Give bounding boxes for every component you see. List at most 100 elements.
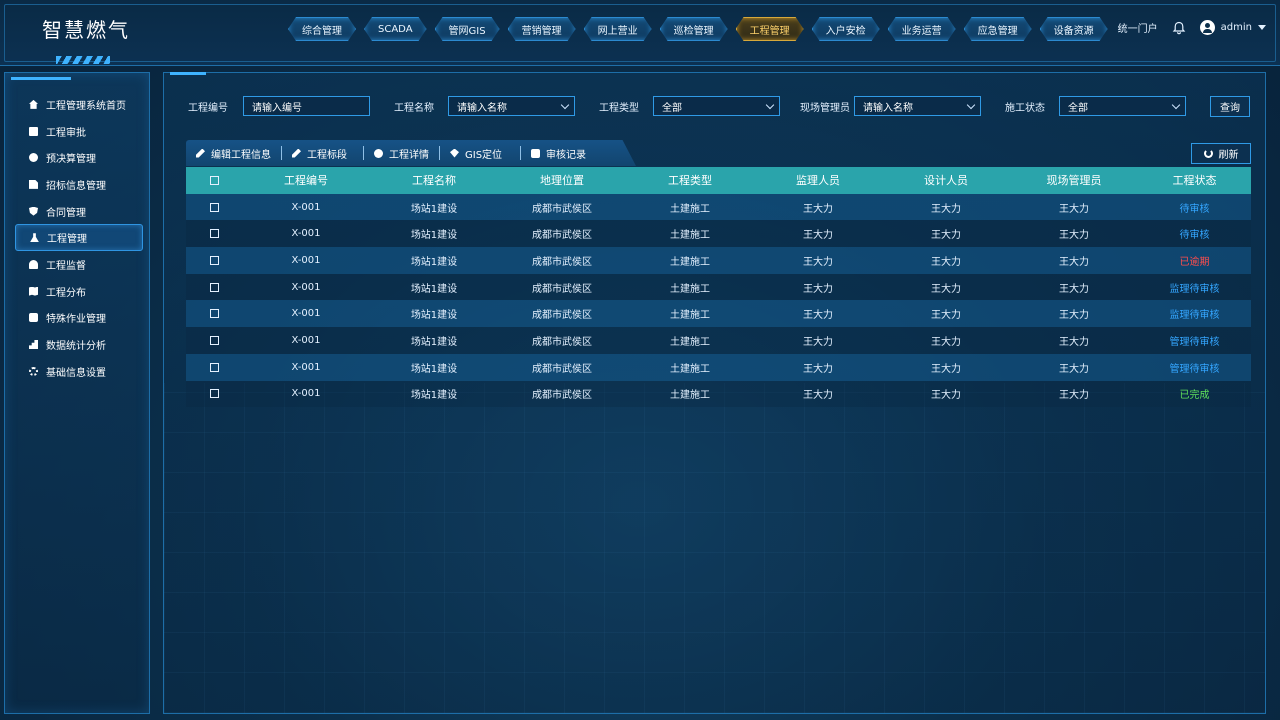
checkbox-cell bbox=[186, 335, 242, 345]
table-cell: 场站1建设 bbox=[410, 203, 458, 215]
status-cell: 待审核 bbox=[1179, 203, 1210, 215]
avatar-icon bbox=[1199, 20, 1215, 35]
table-cell: X-001 bbox=[291, 254, 321, 266]
table-cell: 场站1建设 bbox=[410, 310, 458, 322]
app-title: 智慧燃气 bbox=[42, 18, 130, 42]
table-cell: 王大力 bbox=[803, 203, 833, 215]
nav-item[interactable]: 设备资源 bbox=[1040, 17, 1108, 41]
sidebar-item-label: 工程审批 bbox=[46, 127, 86, 139]
sidebar-item[interactable]: 预决算管理 bbox=[15, 144, 143, 171]
sidebar-item[interactable]: 基础信息设置 bbox=[15, 358, 143, 385]
nav-item[interactable]: 应急管理 bbox=[964, 17, 1032, 41]
table-cell: X-001 bbox=[291, 308, 321, 320]
status-cell: 监理待审核 bbox=[1169, 283, 1220, 295]
nav-item[interactable]: 业务运营 bbox=[888, 17, 956, 41]
sidebar-item[interactable]: 特殊作业管理 bbox=[15, 305, 143, 332]
row-checkbox[interactable] bbox=[209, 335, 219, 345]
sidebar-item[interactable]: 合同管理 bbox=[15, 198, 143, 225]
sidebar-item[interactable]: 工程分布 bbox=[15, 278, 143, 305]
chevron-down-icon bbox=[765, 100, 775, 110]
user-menu[interactable]: admin bbox=[1199, 20, 1266, 35]
table-cell: 土建施工 bbox=[670, 363, 710, 375]
table-cell: 场站1建设 bbox=[410, 283, 458, 295]
table-cell: X-001 bbox=[291, 201, 321, 213]
project-detail-button[interactable]: 工程详情 bbox=[364, 146, 439, 161]
edit-icon bbox=[196, 148, 205, 158]
manager-value: 请输入名称 bbox=[863, 102, 913, 114]
table-cell: 土建施工 bbox=[670, 256, 710, 268]
query-button[interactable]: 查询 bbox=[1210, 96, 1250, 117]
chevron-down-icon bbox=[560, 100, 570, 110]
nav-item[interactable]: 巡检管理 bbox=[660, 17, 728, 41]
row-checkbox[interactable] bbox=[209, 362, 219, 372]
type-value: 全部 bbox=[662, 102, 682, 114]
gis-locate-label: GIS定位 bbox=[465, 149, 503, 161]
row-checkbox[interactable] bbox=[209, 255, 219, 265]
table-row[interactable]: X-001 场站1建设 成都市武侯区 土建施工 王大力 王大力 王大力 待审核 bbox=[186, 220, 1251, 248]
table-cell: 王大力 bbox=[931, 230, 961, 242]
bid-section-button[interactable]: 工程标段 bbox=[282, 146, 357, 161]
sidebar-item[interactable]: 工程管理系统首页 bbox=[15, 91, 143, 118]
code-input[interactable]: 请输入编号 bbox=[243, 96, 370, 116]
row-checkbox[interactable] bbox=[209, 389, 219, 399]
table-row[interactable]: X-001 场站1建设 成都市武侯区 土建施工 王大力 王大力 王大力 待审核 bbox=[186, 193, 1251, 221]
bell-icon[interactable] bbox=[1172, 21, 1186, 35]
sidebar-item[interactable]: 数据统计分析 bbox=[15, 331, 143, 358]
checkbox-cell bbox=[186, 389, 242, 399]
nav-item[interactable]: 入户安检 bbox=[812, 17, 880, 41]
row-checkbox[interactable] bbox=[209, 282, 219, 292]
table-row[interactable]: X-001 场站1建设 成都市武侯区 土建施工 王大力 王大力 王大力 监理待审核 bbox=[186, 273, 1251, 301]
nav-item[interactable]: SCADA bbox=[364, 17, 427, 41]
table-cell: 王大力 bbox=[803, 336, 833, 348]
table-cell: 王大力 bbox=[1059, 256, 1089, 268]
column-header: 监理人员 bbox=[796, 174, 840, 188]
audit-record-button[interactable]: 审核记录 bbox=[521, 146, 596, 161]
manager-select[interactable]: 请输入名称 bbox=[854, 96, 981, 116]
status-cell: 管理待审核 bbox=[1169, 336, 1220, 348]
type-select[interactable]: 全部 bbox=[653, 96, 780, 116]
refresh-icon bbox=[1203, 149, 1213, 158]
table-row[interactable]: X-001 场站1建设 成都市武侯区 土建施工 王大力 王大力 王大力 管理待审核 bbox=[186, 327, 1251, 354]
gis-locate-button[interactable]: GIS定位 bbox=[440, 146, 512, 161]
select-all-checkbox[interactable] bbox=[209, 175, 219, 185]
status-cell: 已逾期 bbox=[1179, 256, 1210, 268]
row-checkbox[interactable] bbox=[209, 309, 219, 319]
row-checkbox[interactable] bbox=[209, 202, 219, 212]
portal-link[interactable]: 统一门户 bbox=[1118, 20, 1158, 35]
refresh-label: 刷新 bbox=[1218, 150, 1239, 161]
nav-item[interactable]: 营销管理 bbox=[508, 17, 576, 41]
table-cell: 场站1建设 bbox=[410, 363, 458, 375]
edit-project-button[interactable]: 编辑工程信息 bbox=[186, 146, 281, 161]
sidebar-item-label: 招标信息管理 bbox=[46, 180, 106, 192]
location-icon bbox=[450, 148, 459, 158]
sidebar-item[interactable]: 招标信息管理 bbox=[15, 171, 143, 198]
table-row[interactable]: X-001 场站1建设 成都市武侯区 土建施工 王大力 王大力 王大力 已完成 bbox=[186, 380, 1251, 408]
nav-item[interactable]: 网上营业 bbox=[584, 17, 652, 41]
status-select[interactable]: 全部 bbox=[1059, 96, 1186, 116]
sidebar-item[interactable]: 工程监督 bbox=[15, 251, 143, 278]
sidebar-item[interactable]: 工程管理 bbox=[15, 224, 143, 252]
table-row[interactable]: X-001 场站1建设 成都市武侯区 土建施工 王大力 王大力 王大力 已逾期 bbox=[186, 247, 1251, 274]
chevron-down-icon bbox=[966, 100, 976, 110]
table-cell: 王大力 bbox=[803, 283, 833, 295]
project-table: 工程编号 工程名称 地理位置 工程类型 监理人员 设计人员 现场管理员 工程状态 X-001 场站… bbox=[186, 167, 1251, 408]
status-cell: 监理待审核 bbox=[1169, 310, 1220, 322]
row-checkbox[interactable] bbox=[209, 229, 219, 239]
document-icon bbox=[29, 179, 38, 189]
nav-item[interactable]: 工程管理 bbox=[736, 17, 804, 41]
column-header: 工程状态 bbox=[1172, 174, 1217, 188]
sidebar-item-label: 工程监督 bbox=[46, 260, 86, 272]
table-row[interactable]: X-001 场站1建设 成都市武侯区 土建施工 王大力 王大力 王大力 管理待审核 bbox=[186, 353, 1251, 381]
sidebar-item[interactable]: 工程审批 bbox=[15, 118, 143, 145]
table-cell: X-001 bbox=[291, 281, 321, 293]
table-cell: 王大力 bbox=[1059, 390, 1089, 402]
gear-icon bbox=[29, 366, 38, 376]
table-cell: 成都市武侯区 bbox=[532, 283, 592, 295]
nav-item[interactable]: 管网GIS bbox=[435, 17, 500, 41]
name-select[interactable]: 请输入名称 bbox=[448, 96, 575, 116]
table-row[interactable]: X-001 场站1建设 成都市武侯区 土建施工 王大力 王大力 王大力 监理待审核 bbox=[186, 300, 1251, 328]
nav-item[interactable]: 综合管理 bbox=[288, 17, 356, 41]
table-cell: 场站1建设 bbox=[410, 256, 458, 268]
column-header: 设计人员 bbox=[924, 174, 968, 188]
refresh-button[interactable]: 刷新 bbox=[1191, 143, 1251, 164]
